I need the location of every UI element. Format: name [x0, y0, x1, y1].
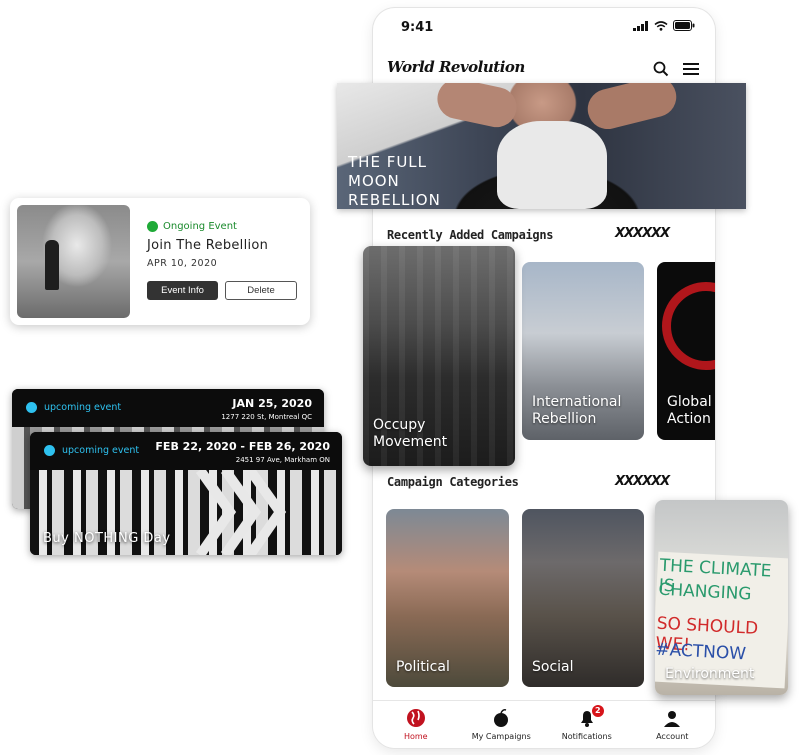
campaign-card-international[interactable]: International Rebellion: [522, 262, 644, 440]
hero-image-arm: [433, 83, 521, 131]
upcoming-event-header: upcoming event JAN 25, 2020 1277 220 St,…: [12, 389, 324, 427]
nav-home[interactable]: Home: [376, 708, 456, 741]
search-icon[interactable]: [650, 58, 672, 80]
campaign-card-global[interactable]: Global Action: [657, 262, 715, 440]
upcoming-event-address: 1277 220 St, Montreal QC: [221, 413, 312, 421]
app-logo[interactable]: World Revolution: [387, 58, 525, 76]
upcoming-event-address: 2451 97 Ave, Markham ON: [235, 456, 330, 464]
campaign-card-label: International Rebellion: [532, 394, 621, 428]
delete-button[interactable]: Delete: [225, 281, 297, 300]
status-icons: [633, 20, 695, 31]
scribble-decoration: XXXXXX: [615, 226, 670, 241]
scribble-decoration: XXXXXX: [615, 474, 670, 489]
upcoming-event-date: JAN 25, 2020: [232, 397, 312, 410]
nav-notifications[interactable]: 2 Notifications: [547, 705, 627, 741]
globe-icon: [406, 709, 425, 727]
chevron-pattern-icon: [195, 470, 287, 555]
campaign-card-label-line: Occupy: [373, 417, 426, 433]
upcoming-status-label: upcoming event: [62, 445, 140, 456]
nav-my-campaigns[interactable]: My Campaigns: [461, 708, 541, 741]
category-card-social[interactable]: Social: [522, 509, 644, 687]
nav-my-campaigns-label: My Campaigns: [471, 732, 531, 741]
category-card-label: Social: [532, 659, 574, 675]
nav-home-label: Home: [403, 732, 428, 741]
nav-account-label: Account: [656, 732, 689, 741]
ongoing-event-date: APR 10, 2020: [147, 258, 218, 269]
category-card-environment[interactable]: THE CLIMATE IS CHANGING SO SHOULD WE! #A…: [655, 500, 788, 695]
hero-title-line: THE FULL: [348, 153, 428, 171]
campaign-card-label-line: Action: [667, 411, 711, 427]
bottom-nav: Home My Campaigns 2 Notifications Accoun…: [373, 700, 715, 748]
ongoing-status: Ongoing Event: [147, 221, 237, 232]
hero-image-mask: [497, 121, 607, 209]
upcoming-event-date: FEB 22, 2020 - FEB 26, 2020: [155, 440, 330, 453]
status-dot-icon: [26, 402, 37, 413]
campaign-card-label-line: Movement: [373, 434, 448, 450]
account-icon: [664, 711, 681, 727]
campaign-card-label: Global Action: [667, 394, 712, 428]
signal-icon: [633, 20, 648, 31]
campaign-categories-title: Campaign Categories: [387, 475, 519, 489]
battery-icon: [673, 20, 695, 31]
notification-badge: 2: [591, 705, 604, 717]
sign-text: CHANGING: [657, 579, 752, 605]
hero-title-line: MOON: [348, 172, 400, 190]
nav-notifications-label: Notifications: [561, 732, 612, 741]
upcoming-status-label: upcoming event: [44, 402, 122, 413]
hero-image-arm: [583, 83, 681, 134]
sign-text: #ACTNOW: [655, 639, 747, 665]
recent-campaigns-title: Recently Added Campaigns: [387, 228, 554, 242]
upcoming-event-title: Buy NOTHING Day: [43, 531, 171, 546]
upcoming-event-header: upcoming event FEB 22, 2020 - FEB 26, 20…: [30, 432, 342, 470]
status-dot-icon: [147, 221, 158, 232]
hero-title-line: REBELLION: [348, 191, 441, 209]
nav-account[interactable]: Account: [632, 708, 712, 741]
campaign-card-occupy[interactable]: Occupy Movement: [363, 246, 515, 466]
ongoing-event-image: [17, 205, 130, 318]
hero-title: THE FULL MOON REBELLION: [348, 153, 441, 209]
status-dot-icon: [44, 445, 55, 456]
campaign-card-label-line: Rebellion: [532, 411, 597, 427]
campaign-card-label: Occupy Movement: [373, 417, 447, 451]
category-card-political[interactable]: Political: [386, 509, 509, 687]
wifi-icon: [654, 20, 668, 31]
ongoing-event-title: Join The Rebellion: [147, 238, 269, 253]
category-card-label: Political: [396, 659, 450, 675]
hero-banner[interactable]: THE FULL MOON REBELLION: [337, 83, 746, 209]
status-time: 9:41: [401, 20, 434, 35]
ongoing-event-card[interactable]: Ongoing Event Join The Rebellion APR 10,…: [10, 198, 310, 325]
ongoing-status-label: Ongoing Event: [163, 221, 237, 232]
campaign-bomb-icon: [494, 709, 509, 727]
status-bar: 9:41: [373, 8, 715, 46]
event-info-button[interactable]: Event Info: [147, 281, 218, 300]
menu-icon[interactable]: [680, 58, 702, 80]
category-card-label: Environment: [665, 666, 755, 682]
upcoming-event-card[interactable]: upcoming event FEB 22, 2020 - FEB 26, 20…: [30, 432, 342, 555]
campaign-card-label-line: Global: [667, 394, 712, 410]
campaign-card-label-line: International: [532, 394, 622, 410]
protester-figure: [45, 240, 59, 290]
extinction-symbol-icon: [662, 282, 715, 370]
